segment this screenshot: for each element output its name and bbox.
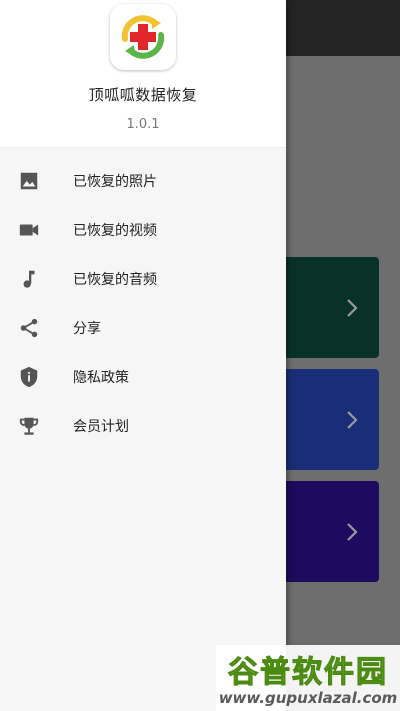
menu-item-recovered-videos[interactable]: 已恢复的视频 [0,205,286,254]
app-version: 1.0.1 [126,117,160,132]
recovery-logo-icon [121,15,165,59]
drawer-menu: 已恢复的照片 已恢复的视频 已恢复的音频 分享 隐私政策 会员计划 [0,148,286,450]
menu-item-share[interactable]: 分享 [0,303,286,352]
trophy-icon [18,415,40,437]
watermark: 谷普软件园 www.gupuxlazal.com [216,645,400,711]
menu-item-label: 分享 [73,320,101,337]
menu-item-label: 会员计划 [73,418,129,435]
background-card-2[interactable] [282,369,379,470]
background-card-1[interactable] [282,257,379,358]
app-name: 顶呱呱数据恢复 [88,86,198,104]
watermark-url: www.gupuxlazal.com [218,689,398,707]
menu-item-recovered-audio[interactable]: 已恢复的音频 [0,254,286,303]
drawer-header: 顶呱呱数据恢复 1.0.1 [0,0,286,148]
menu-item-label: 已恢复的视频 [73,222,157,239]
menu-item-membership[interactable]: 会员计划 [0,401,286,450]
background-card-3[interactable] [282,481,379,582]
menu-item-label: 已恢复的照片 [73,173,157,190]
share-icon [18,317,40,339]
music-note-icon [18,268,40,290]
chevron-right-icon [345,297,359,319]
menu-item-label: 已恢复的音频 [73,271,157,288]
app-logo [110,4,176,70]
menu-item-label: 隐私政策 [73,369,129,386]
shield-info-icon [18,366,40,388]
menu-item-privacy-policy[interactable]: 隐私政策 [0,352,286,401]
image-icon [18,170,40,192]
navigation-drawer: 顶呱呱数据恢复 1.0.1 已恢复的照片 已恢复的视频 已恢复的音频 分享 隐私… [0,0,286,711]
chevron-right-icon [345,409,359,431]
menu-item-recovered-photos[interactable]: 已恢复的照片 [0,156,286,205]
watermark-title: 谷普软件园 [228,655,388,691]
chevron-right-icon [345,521,359,543]
video-camera-icon [18,219,40,241]
